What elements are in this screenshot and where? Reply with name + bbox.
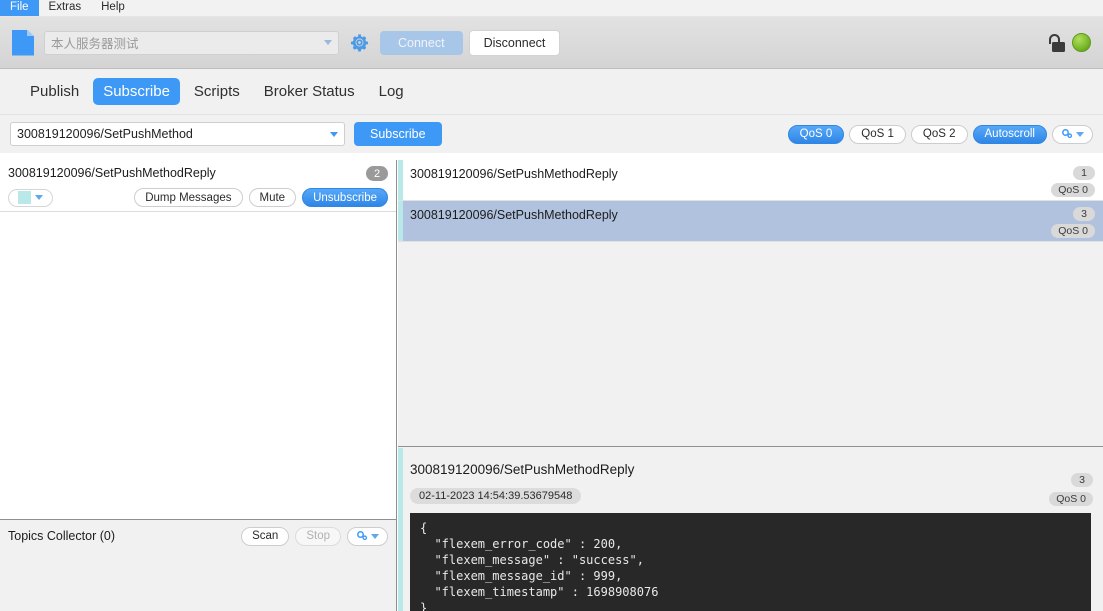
topic-input[interactable]: 300819120096/SetPushMethod: [10, 122, 345, 146]
subscription-topic: 300819120096/SetPushMethodReply: [8, 166, 216, 180]
connection-profile-select[interactable]: 本人服务器测试: [44, 30, 339, 55]
messages-panel: 300819120096/SetPushMethodReply 1 QoS 0 …: [398, 160, 1103, 611]
message-qos-badge: QoS 0: [1051, 183, 1095, 197]
qos-2-button[interactable]: QoS 2: [910, 124, 968, 144]
message-detail-meta: 02-11-2023 14:54:39.53679548: [410, 488, 1093, 504]
message-payload[interactable]: { "flexem_error_code" : 200, "flexem_mes…: [410, 513, 1091, 611]
dump-messages-button[interactable]: Dump Messages: [134, 188, 243, 207]
unsubscribe-button[interactable]: Unsubscribe: [302, 188, 388, 207]
message-index-badge: 1: [1073, 166, 1095, 180]
message-topic: 300819120096/SetPushMethodReply: [410, 167, 618, 181]
gears-icon: [357, 531, 368, 541]
topics-collector-controls: Scan Stop: [241, 526, 388, 546]
message-row[interactable]: 300819120096/SetPushMethodReply 3 QoS 0: [398, 201, 1103, 242]
message-timestamp: 02-11-2023 14:54:39.53679548: [410, 488, 582, 504]
subscribe-button[interactable]: Subscribe: [354, 122, 442, 146]
topics-collector-panel: Topics Collector (0) Scan Stop: [0, 519, 396, 611]
subscribe-toolbar: 300819120096/SetPushMethod Subscribe QoS…: [0, 115, 1103, 153]
chevron-down-icon: [35, 195, 43, 200]
message-detail-topic: 300819120096/SetPushMethodReply: [410, 462, 635, 477]
topics-collector-title: Topics Collector (0): [8, 529, 115, 543]
connection-profile-value: 本人服务器测试: [51, 37, 139, 51]
subscriptions-panel: 300819120096/SetPushMethodReply 2 Dump M…: [0, 160, 397, 611]
message-list-empty-area: [398, 242, 1103, 442]
topic-input-value: 300819120096/SetPushMethod: [17, 127, 193, 141]
gear-icon: [350, 34, 368, 52]
tab-subscribe[interactable]: Subscribe: [93, 78, 180, 105]
menu-item-file[interactable]: File: [0, 0, 39, 16]
tab-broker-status[interactable]: Broker Status: [254, 78, 365, 105]
connection-status: [1048, 33, 1091, 52]
mqtt-client-window: File Extras Help 本人服务器测试 Connect Disconn…: [0, 0, 1103, 611]
subscription-count-badge: 2: [366, 166, 388, 181]
message-qos-badge: QoS 0: [1051, 224, 1095, 238]
message-topic: 300819120096/SetPushMethodReply: [410, 208, 618, 222]
main-tab-bar: Publish Subscribe Scripts Broker Status …: [0, 69, 1103, 115]
scan-button[interactable]: Scan: [241, 526, 290, 546]
chevron-down-icon: [1076, 131, 1084, 137]
connection-bar: 本人服务器测试 Connect Disconnect: [0, 17, 1103, 69]
chevron-down-icon: [371, 533, 379, 539]
disconnect-button[interactable]: Disconnect: [468, 29, 561, 56]
tab-publish[interactable]: Publish: [20, 78, 89, 105]
menu-item-extras[interactable]: Extras: [39, 0, 92, 16]
message-list[interactable]: 300819120096/SetPushMethodReply 1 QoS 0 …: [398, 160, 1103, 447]
menu-item-help[interactable]: Help: [91, 0, 135, 16]
subscription-item[interactable]: 300819120096/SetPushMethodReply 2 Dump M…: [0, 160, 396, 212]
tab-log[interactable]: Log: [369, 78, 414, 105]
chevron-down-icon[interactable]: [330, 131, 338, 137]
tab-scripts[interactable]: Scripts: [184, 78, 250, 105]
message-index-badge: 3: [1073, 207, 1095, 221]
subscribe-options-group: QoS 0 QoS 1 QoS 2 Autoscroll: [787, 124, 1093, 144]
subscriptions-empty-area: [0, 212, 396, 465]
topics-collector-header: Topics Collector (0) Scan Stop: [0, 520, 396, 552]
unlocked-padlock-icon: [1048, 33, 1065, 52]
topics-collector-options-button[interactable]: [347, 526, 388, 546]
subscribe-content: 300819120096/SetPushMethodReply 2 Dump M…: [0, 160, 1103, 611]
message-detail-index-badge: 3: [1071, 473, 1093, 487]
chevron-down-icon: [324, 40, 332, 45]
subscription-action-buttons: Dump Messages Mute Unsubscribe: [134, 188, 388, 207]
subscribe-options-button[interactable]: [1052, 124, 1093, 144]
connect-button[interactable]: Connect: [380, 30, 463, 55]
message-detail-qos-badge: QoS 0: [1049, 492, 1093, 506]
subscription-controls: Dump Messages Mute Unsubscribe: [8, 188, 388, 207]
menu-bar: File Extras Help: [0, 0, 1103, 17]
autoscroll-button[interactable]: Autoscroll: [972, 124, 1047, 144]
message-detail-panel: 300819120096/SetPushMethodReply 3 QoS 0 …: [398, 448, 1103, 611]
message-row[interactable]: 300819120096/SetPushMethodReply 1 QoS 0: [398, 160, 1103, 201]
color-swatch: [18, 191, 31, 204]
qos-1-button[interactable]: QoS 1: [849, 124, 906, 144]
topic-color-picker[interactable]: [8, 188, 53, 207]
qos-0-button[interactable]: QoS 0: [787, 124, 845, 144]
document-icon[interactable]: [12, 29, 34, 56]
mute-button[interactable]: Mute: [248, 188, 297, 207]
connection-settings-button[interactable]: [348, 32, 370, 54]
connection-status-led: [1072, 33, 1091, 52]
gears-icon: [1062, 129, 1073, 139]
stop-button: Stop: [295, 526, 341, 546]
